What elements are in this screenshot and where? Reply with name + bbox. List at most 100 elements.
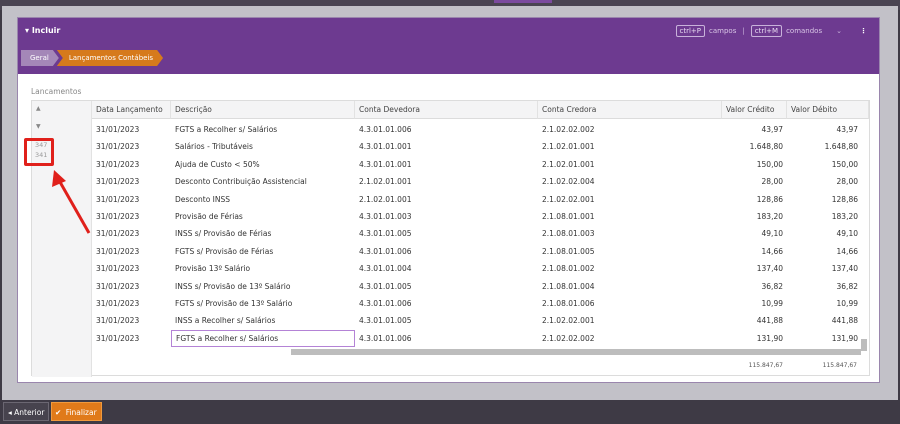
col-header-valor-debito[interactable]: Valor Débito [787,101,869,119]
table-row[interactable]: 31/01/2023 INSS a Recolher s/ Salários 4.3… [92,312,862,329]
cell-valor-debito[interactable]: 128,86 [787,191,862,208]
cell-conta-devedora[interactable]: 4.3.01.01.001 [355,156,538,173]
cell-valor-debito[interactable]: 131,90 [787,330,862,347]
cell-data-lancamento[interactable]: 31/01/2023 [92,208,171,225]
cell-conta-credora[interactable]: 2.1.08.01.004 [538,278,722,295]
cell-valor-debito[interactable]: 183,20 [787,208,862,225]
cell-valor-credito[interactable]: 10,99 [722,295,787,312]
cell-valor-credito[interactable]: 49,10 [722,225,787,242]
cell-descricao[interactable]: INSS a Recolher s/ Salários [171,312,355,329]
cell-valor-credito[interactable]: 1.648,80 [722,138,787,155]
cell-data-lancamento[interactable]: 31/01/2023 [92,312,171,329]
table-row[interactable]: 31/01/2023 INSS s/ Provisão de Férias 4.3.… [92,225,862,242]
cell-descricao[interactable]: Provisão 13º Salário [171,260,355,277]
cell-conta-devedora[interactable]: 4.3.01.01.005 [355,278,538,295]
cell-data-lancamento[interactable]: 31/01/2023 [92,191,171,208]
cell-valor-credito[interactable]: 14,66 [722,243,787,260]
previous-button[interactable]: ◂ Anterior [3,402,50,421]
breadcrumb-lancamentos-contabeis[interactable]: Lançamentos Contábeis [57,50,163,66]
breadcrumb-geral[interactable]: Geral [21,50,59,66]
cell-conta-credora[interactable]: 2.1.08.01.005 [538,243,722,260]
cell-descricao[interactable]: INSS s/ Provisão de 13º Salário [171,278,355,295]
table-row[interactable]: 31/01/2023 INSS s/ Provisão de 13º Salári… [92,278,862,295]
cell-valor-credito[interactable]: 183,20 [722,208,787,225]
cell-valor-credito[interactable]: 131,90 [722,330,787,347]
cell-valor-credito[interactable]: 441,88 [722,312,787,329]
cell-valor-debito[interactable]: 1.648,80 [787,138,862,155]
cell-valor-credito[interactable]: 128,86 [722,191,787,208]
cell-data-lancamento[interactable]: 31/01/2023 [92,278,171,295]
cell-conta-credora[interactable]: 2.1.08.01.001 [538,208,722,225]
kebab-menu-icon[interactable]: ⋮ [860,27,867,35]
table-row[interactable]: 31/01/2023 Provisão 13º Salário 4.3.01.01.… [92,260,862,277]
cell-conta-credora[interactable]: 2.1.08.01.003 [538,225,722,242]
cell-valor-debito[interactable]: 10,99 [787,295,862,312]
cell-conta-devedora[interactable]: 4.3.01.01.006 [355,243,538,260]
col-header-valor-credito[interactable]: Valor Crédito [722,101,787,119]
cell-data-lancamento[interactable]: 31/01/2023 [92,260,171,277]
cell-valor-debito[interactable]: 441,88 [787,312,862,329]
table-row[interactable]: 31/01/2023 Desconto INSS 2.1.02.01.001 2.1.… [92,191,862,208]
cell-valor-credito[interactable]: 43,97 [722,121,787,138]
cell-valor-credito[interactable]: 150,00 [722,156,787,173]
cell-data-lancamento[interactable]: 31/01/2023 [92,156,171,173]
cell-descricao[interactable]: Ajuda de Custo < 50% [171,156,355,173]
table-row[interactable]: 31/01/2023 FGTS a Recolher s/ Salários 4.3… [92,329,862,348]
cell-descricao[interactable]: Desconto INSS [171,191,355,208]
cell-valor-credito[interactable]: 28,00 [722,173,787,190]
cell-valor-debito[interactable]: 14,66 [787,243,862,260]
table-row[interactable]: 31/01/2023 Salários - Tributáveis 4.3.01.0… [92,138,862,155]
cell-conta-devedora[interactable]: 4.3.01.01.005 [355,225,538,242]
table-row[interactable]: 31/01/2023 FGTS a Recolher s/ Salários 4.3… [92,121,862,138]
table-row[interactable]: 31/01/2023 FGTS s/ Provisão de Férias 4.3.… [92,243,862,260]
cell-conta-credora[interactable]: 2.1.02.02.001 [538,191,722,208]
cell-data-lancamento[interactable]: 31/01/2023 [92,330,171,347]
table-row[interactable]: 31/01/2023 Ajuda de Custo < 50% 4.3.01.01.… [92,156,862,173]
chevron-down-icon[interactable]: ⌄ [836,27,842,35]
cell-conta-devedora[interactable]: 4.3.01.01.004 [355,260,538,277]
cell-descricao[interactable]: INSS s/ Provisão de Férias [171,225,355,242]
cell-data-lancamento[interactable]: 31/01/2023 [92,138,171,155]
cell-conta-credora[interactable]: 2.1.02.02.002 [538,121,722,138]
cell-descricao[interactable]: FGTS s/ Provisão de 13º Salário [171,295,355,312]
cell-data-lancamento[interactable]: 31/01/2023 [92,225,171,242]
cell-descricao[interactable]: FGTS a Recolher s/ Salários [171,329,355,348]
cell-valor-debito[interactable]: 36,82 [787,278,862,295]
cell-conta-devedora[interactable]: 4.3.01.01.006 [355,295,538,312]
cell-valor-debito[interactable]: 28,00 [787,173,862,190]
table-row[interactable]: 31/01/2023 FGTS s/ Provisão de 13º Salári… [92,295,862,312]
cell-descricao[interactable]: FGTS s/ Provisão de Férias [171,243,355,260]
cell-conta-credora[interactable]: 2.1.02.02.002 [538,330,722,347]
dialog-title[interactable]: ▾ Incluir [25,26,60,35]
cell-data-lancamento[interactable]: 31/01/2023 [92,243,171,260]
cell-conta-credora[interactable]: 2.1.02.02.001 [538,312,722,329]
cell-valor-credito[interactable]: 137,40 [722,260,787,277]
cell-valor-debito[interactable]: 43,97 [787,121,862,138]
cell-descricao[interactable]: Desconto Contribuição Assistencial [171,173,355,190]
cell-conta-devedora[interactable]: 2.1.02.01.001 [355,191,538,208]
cell-descricao[interactable]: Salários - Tributáveis [171,138,355,155]
cell-data-lancamento[interactable]: 31/01/2023 [92,173,171,190]
finish-button[interactable]: ✔ Finalizar [51,402,102,421]
horizontal-scrollbar[interactable] [291,349,861,355]
table-row[interactable]: 31/01/2023 Provisão de Férias 4.3.01.01.00… [92,208,862,225]
cell-data-lancamento[interactable]: 31/01/2023 [92,121,171,138]
cell-valor-debito[interactable]: 137,40 [787,260,862,277]
cell-data-lancamento[interactable]: 31/01/2023 [92,295,171,312]
cell-conta-devedora[interactable]: 4.3.01.01.006 [355,330,538,347]
sort-down-icon[interactable]: ▼ [36,123,41,130]
col-header-data-lancamento[interactable]: Data Lançamento [92,101,171,119]
cell-conta-devedora[interactable]: 4.3.01.01.005 [355,312,538,329]
cell-conta-credora[interactable]: 2.1.02.02.004 [538,173,722,190]
cell-conta-credora[interactable]: 2.1.02.01.001 [538,138,722,155]
col-header-descricao[interactable]: Descrição [171,101,355,119]
cell-conta-credora[interactable]: 2.1.08.01.002 [538,260,722,277]
cell-conta-credora[interactable]: 2.1.08.01.006 [538,295,722,312]
cell-valor-debito[interactable]: 150,00 [787,156,862,173]
cell-conta-credora[interactable]: 2.1.02.01.001 [538,156,722,173]
cell-valor-debito[interactable]: 49,10 [787,225,862,242]
col-header-conta-credora[interactable]: Conta Credora [538,101,722,119]
cell-conta-devedora[interactable]: 4.3.01.01.006 [355,121,538,138]
col-header-conta-devedora[interactable]: Conta Devedora [355,101,538,119]
sort-up-icon[interactable]: ▲ [36,105,41,112]
